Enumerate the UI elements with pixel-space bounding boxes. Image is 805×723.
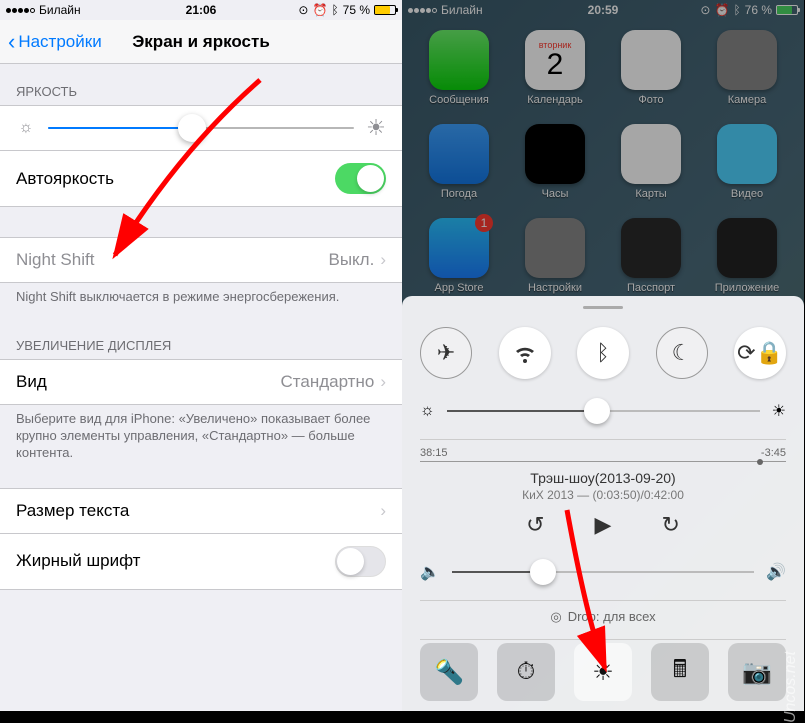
playback-scrubber[interactable] [420, 461, 786, 462]
night-shift-value: Выкл. [328, 250, 374, 269]
brightness-header: ЯРКОСТЬ [0, 64, 402, 105]
zoom-value: Стандартно [281, 372, 375, 391]
forward-30-button[interactable]: ↻ [661, 512, 679, 538]
night-shift-row[interactable]: Night Shift Выкл. › [0, 237, 402, 283]
sun-small-icon: ☼ [420, 402, 435, 420]
brightness-slider[interactable] [447, 410, 760, 412]
settings-screen: Билайн 21:06 ⊙ ⏰ ᛒ 75 % ‹ Настройки Экра… [0, 0, 402, 711]
display-zoom-row[interactable]: Вид Стандартно › [0, 359, 402, 405]
auto-brightness-label: Автояркость [16, 169, 114, 189]
back-label: Настройки [18, 32, 101, 52]
volume-high-icon: 🔊 [766, 562, 786, 582]
airdrop-button[interactable]: ◎ Drop: для всех [420, 609, 786, 625]
timer-button[interactable]: ⏱ [497, 643, 555, 701]
rewind-15-button[interactable]: ↺ [526, 512, 544, 538]
zoom-label: Вид [16, 372, 47, 392]
remaining-time: -3:45 [761, 447, 786, 459]
control-center: ✈ ᛒ ☾ ⟳🔒 ☼ ☀ 38:15 -3:45 Трэш-шоу(2013-0… [402, 296, 804, 711]
control-center-screen: Билайн 20:59 ⊙ ⏰ ᛒ 76 % Сообщениявторник… [402, 0, 804, 711]
chevron-left-icon: ‹ [8, 29, 15, 55]
grabber-handle[interactable] [583, 306, 623, 309]
auto-brightness-row[interactable]: Автояркость [0, 150, 402, 207]
bold-text-row[interactable]: Жирный шрифт [0, 534, 402, 590]
page-title: Экран и яркость [132, 32, 270, 52]
play-button[interactable]: ▶ [595, 512, 612, 538]
airdrop-icon: ◎ [550, 609, 561, 625]
chevron-right-icon: › [380, 372, 386, 391]
do-not-disturb-button[interactable]: ☾ [656, 327, 708, 379]
night-shift-label: Night Shift [16, 250, 94, 270]
volume-slider[interactable] [452, 571, 754, 573]
zoom-header: УВЕЛИЧЕНИЕ ДИСПЛЕЯ [0, 318, 402, 359]
brightness-slider[interactable] [48, 127, 354, 129]
rotation-lock-icon: ⊙ [298, 3, 308, 17]
text-size-label: Размер текста [16, 501, 129, 521]
bold-text-label: Жирный шрифт [16, 551, 140, 571]
clock: 21:06 [186, 3, 217, 17]
bold-text-toggle[interactable] [335, 546, 386, 577]
airdrop-label: Drop: для всех [568, 609, 656, 624]
signal-icon [6, 8, 35, 13]
auto-brightness-toggle[interactable] [335, 163, 386, 194]
sun-small-icon: ☼ [16, 118, 36, 138]
sun-large-icon: ☀ [366, 118, 386, 138]
brightness-slider-row: ☼ ☀ [0, 105, 402, 150]
alarm-icon: ⏰ [312, 3, 327, 17]
rotation-lock-button[interactable]: ⟳🔒 [734, 327, 786, 379]
night-shift-button[interactable]: ☀ [574, 643, 632, 701]
volume-low-icon: 🔈 [420, 562, 440, 582]
chevron-right-icon: › [380, 501, 386, 521]
bluetooth-button[interactable]: ᛒ [577, 327, 629, 379]
night-shift-footer: Night Shift выключается в режиме энергос… [0, 283, 402, 318]
elapsed-time: 38:15 [420, 447, 448, 459]
status-bar: Билайн 21:06 ⊙ ⏰ ᛒ 75 % [0, 0, 402, 20]
track-title: Трэш-шоу(2013-09-20) [420, 470, 786, 486]
wifi-button[interactable] [499, 327, 551, 379]
airplane-mode-button[interactable]: ✈ [420, 327, 472, 379]
chevron-right-icon: › [380, 250, 386, 269]
carrier-label: Билайн [39, 3, 81, 17]
battery-percent: 75 % [343, 3, 370, 17]
bluetooth-icon: ᛒ [331, 3, 338, 17]
navigation-bar: ‹ Настройки Экран и яркость [0, 20, 402, 64]
flashlight-button[interactable]: 🔦 [420, 643, 478, 701]
camera-button[interactable]: 📷 [728, 643, 786, 701]
track-artist: КиХ 2013 — (0:03:50)/0:42:00 [420, 488, 786, 502]
battery-icon [374, 5, 396, 15]
text-size-row[interactable]: Размер текста › [0, 488, 402, 534]
zoom-footer: Выберите вид для iPhone: «Увеличено» пок… [0, 405, 402, 474]
sun-large-icon: ☀ [772, 401, 786, 421]
back-button[interactable]: ‹ Настройки [8, 29, 102, 55]
watermark: Uncos.net [782, 651, 800, 723]
calculator-button[interactable]: 🖩 [651, 643, 709, 701]
